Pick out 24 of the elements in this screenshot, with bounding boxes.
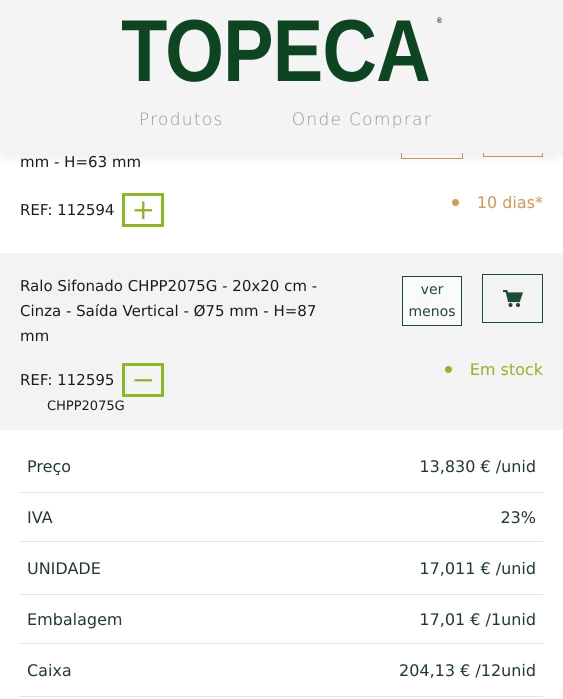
expand-toggle[interactable]: − (122, 363, 164, 397)
detail-value: 13,830 € /unid (419, 456, 536, 476)
product-ref: REF: 112595 (20, 371, 114, 389)
detail-label: Caixa (27, 660, 72, 680)
product-title: Ralo Sifonado CHPP2075G - 20x20 cm - Cinza - Saída Vertical - Ø75 mm - H=87 mm (20, 276, 318, 347)
nav-link[interactable]: Produtos (138, 110, 224, 130)
detail-value: 23% (500, 508, 536, 526)
logo[interactable]: TOPECA$^{®}$ (121, 16, 442, 86)
availability-status: Em stock (470, 360, 543, 379)
detail-label: IVA (27, 508, 53, 526)
detail-value: 17,011 € /unid (419, 558, 536, 578)
availability-status: 10 dias* (476, 193, 543, 212)
product-code: CHPP2075G (47, 399, 126, 414)
detail-value: 204,13 € /12unid (399, 660, 536, 680)
detail-label: Preço (27, 456, 72, 476)
expand-toggle[interactable]: + (122, 193, 164, 227)
product-ref: REF: 112594 (20, 201, 114, 219)
cart-icon (502, 290, 522, 308)
detail-value: 17,01 € /1unid (419, 610, 536, 628)
detail-label: UNIDADE (27, 558, 101, 578)
detail-label: Embalagem (27, 610, 122, 628)
more-button[interactable]: ver menos (402, 276, 462, 326)
nav-link[interactable]: Onde Comprar (292, 110, 432, 130)
product-title: mm - H=63 mm (20, 153, 142, 171)
